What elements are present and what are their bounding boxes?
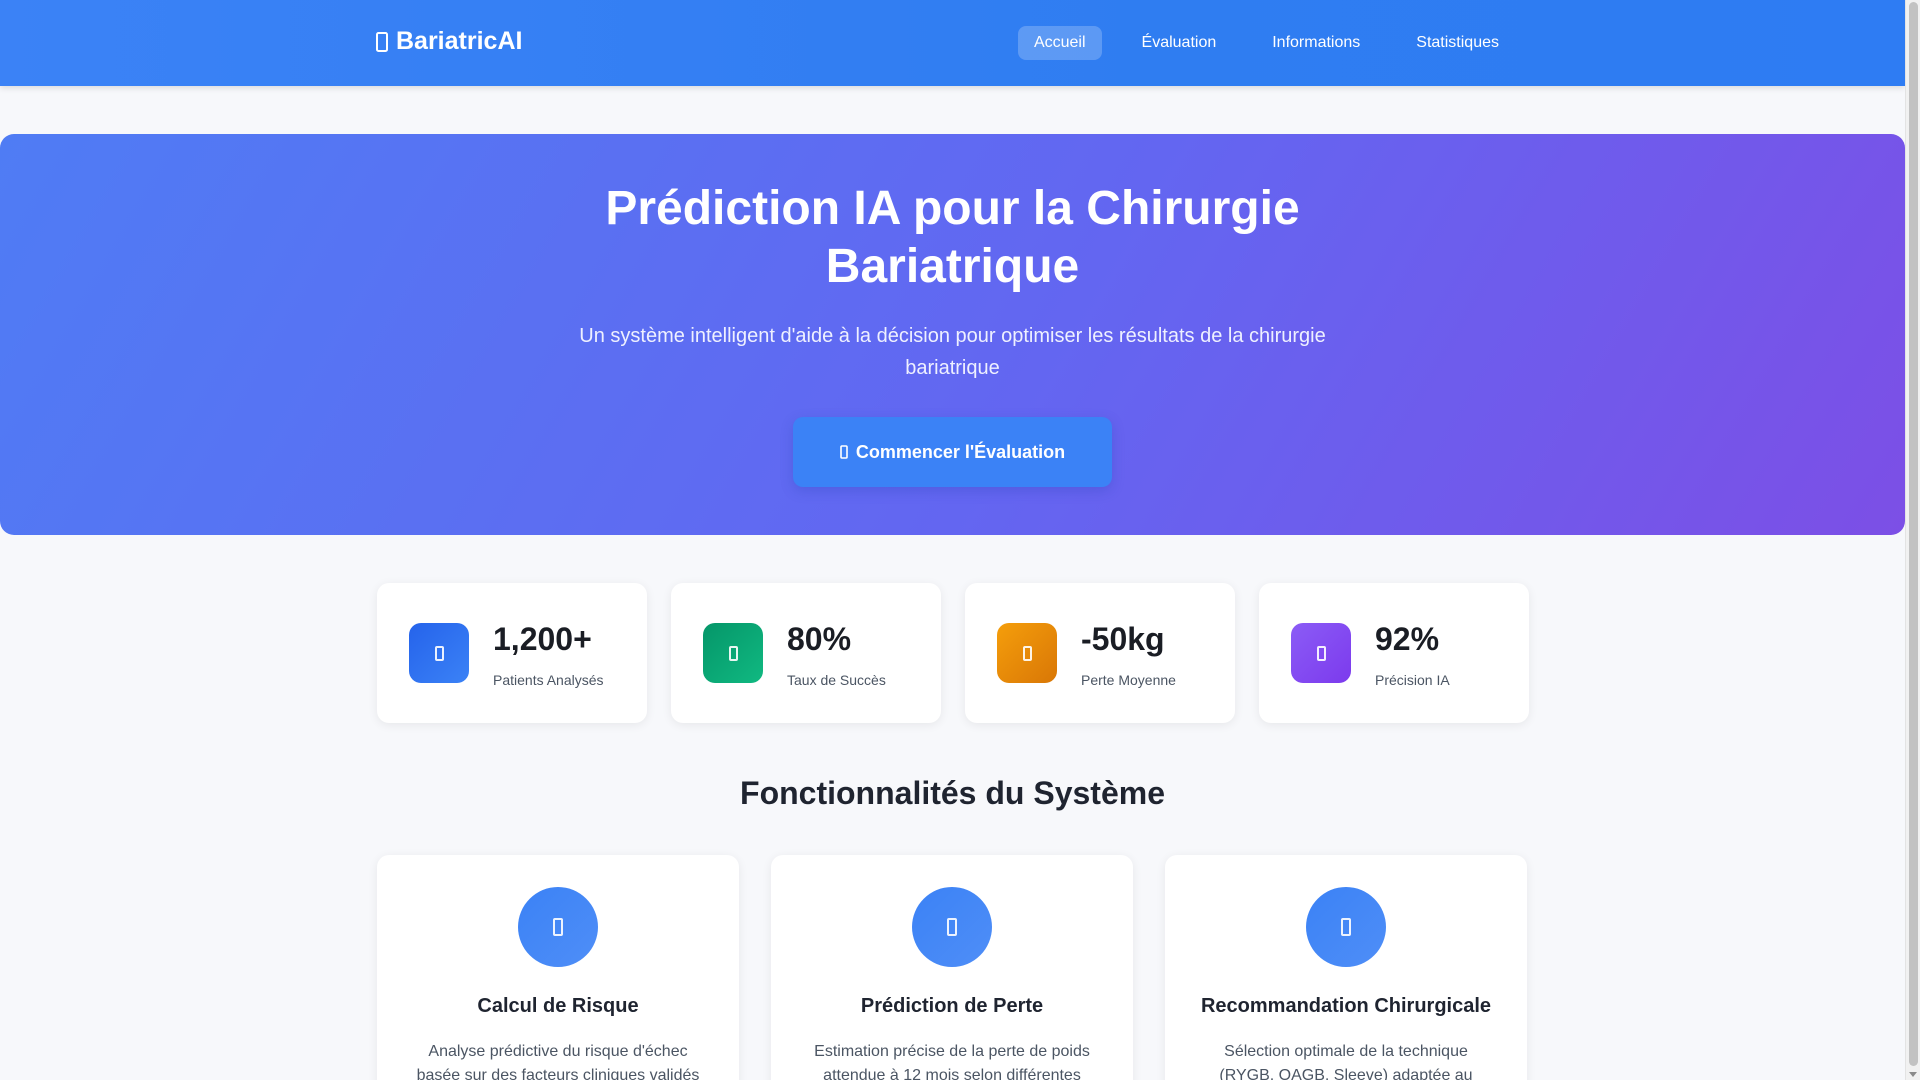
stat-card-weight-loss: -50kg Perte Moyenne: [965, 583, 1235, 723]
navbar: BariatricAI Accueil Évaluation Informati…: [0, 0, 1905, 86]
chart-icon: [703, 623, 763, 683]
calculator-icon: [518, 887, 598, 967]
stat-card-patients: 1,200+ Patients Analysés: [377, 583, 647, 723]
stat-value: 80%: [787, 621, 852, 657]
hero-title: Prédiction IA pour la Chirurgie Bariatri…: [0, 180, 1905, 296]
stat-label: Perte Moyenne: [1081, 672, 1176, 688]
brain-icon: [376, 30, 388, 54]
chart-line-icon: [912, 887, 992, 967]
stat-label: Précision IA: [1375, 672, 1450, 688]
features-title: Fonctionnalités du Système: [740, 775, 1165, 811]
vertical-scrollbar[interactable]: [1905, 0, 1920, 1080]
feature-title: Prédiction de Perte: [860, 995, 1044, 1017]
feature-title: Calcul de Risque: [477, 995, 639, 1017]
feature-desc-line: Sélection optimale de la technique: [1224, 1043, 1468, 1060]
stat-label: Taux de Succès: [787, 672, 886, 688]
stat-value: 1,200+: [493, 621, 592, 657]
stethoscope-icon: [1306, 887, 1386, 967]
feature-desc-line: Estimation précise de la perte de poids: [814, 1043, 1090, 1060]
users-icon: [409, 623, 469, 683]
feature-description: Sélection optimale de la technique (RYGB…: [1201, 1040, 1491, 1080]
stat-card-accuracy: 92% Précision IA: [1259, 583, 1529, 723]
stat-value: -50kg: [1081, 621, 1165, 657]
nav-link-accueil[interactable]: Accueil: [1017, 26, 1102, 60]
feature-card-weight-prediction: Prédiction de Perte Estimation précise d…: [771, 855, 1133, 1080]
hero-subtitle: Un système intelligent d'aide à la décis…: [0, 320, 1905, 384]
hero-subtitle-line1: Un système intelligent d'aide à la décis…: [579, 325, 1326, 347]
hero-title-line1: Prédiction IA pour la Chirurgie: [605, 182, 1300, 235]
feature-card-surgical-recommendation: Recommandation Chirurgicale Sélection op…: [1165, 855, 1527, 1080]
brand[interactable]: BariatricAI: [376, 27, 522, 56]
robot-icon: [1291, 623, 1351, 683]
feature-desc-line: attendue à 12 mois selon différentes: [823, 1067, 1081, 1080]
nav-link-informations[interactable]: Informations: [1256, 26, 1376, 60]
feature-card-risk: Calcul de Risque Analyse prédictive du r…: [377, 855, 739, 1080]
start-evaluation-label: Commencer l'Évaluation: [855, 441, 1066, 462]
feature-desc-line: basée sur des facteurs cliniques validés: [416, 1067, 700, 1080]
nav-link-evaluation[interactable]: Évaluation: [1126, 26, 1233, 60]
stats-row: 1,200+ Patients Analysés 80% Taux de Suc…: [377, 583, 1529, 723]
brand-name: BariatricAI: [396, 27, 523, 55]
features-row: Calcul de Risque Analyse prédictive du r…: [377, 855, 1527, 1080]
start-evaluation-button[interactable]: Commencer l'Évaluation: [793, 417, 1112, 487]
scroll-down-arrow-icon[interactable]: [1909, 1072, 1917, 1077]
feature-desc-line: (RYGB, OAGB, Sleeve) adaptée au profil: [1219, 1067, 1473, 1080]
hero-title-line2: Bariatrique: [825, 240, 1080, 293]
nav-links: Accueil Évaluation Informations Statisti…: [1017, 26, 1515, 60]
stat-label: Patients Analysés: [493, 672, 604, 688]
feature-title: Recommandation Chirurgicale: [1200, 995, 1492, 1017]
feature-desc-line: Analyse prédictive du risque d'échec: [428, 1043, 688, 1060]
stat-card-success: 80% Taux de Succès: [671, 583, 941, 723]
page: BariatricAI Accueil Évaluation Informati…: [0, 0, 1905, 1080]
feature-description: Estimation précise de la perte de poids …: [807, 1040, 1097, 1080]
hero-section: Prédiction IA pour la Chirurgie Bariatri…: [0, 134, 1905, 535]
nav-link-statistiques[interactable]: Statistiques: [1400, 26, 1515, 60]
play-icon: [840, 444, 848, 460]
weight-icon: [997, 623, 1057, 683]
stat-value: 92%: [1375, 621, 1440, 657]
hero-subtitle-line2: bariatrique: [905, 357, 1000, 379]
feature-description: Analyse prédictive du risque d'échec bas…: [413, 1040, 703, 1080]
scrollbar-thumb[interactable]: [1909, 2, 1918, 1066]
